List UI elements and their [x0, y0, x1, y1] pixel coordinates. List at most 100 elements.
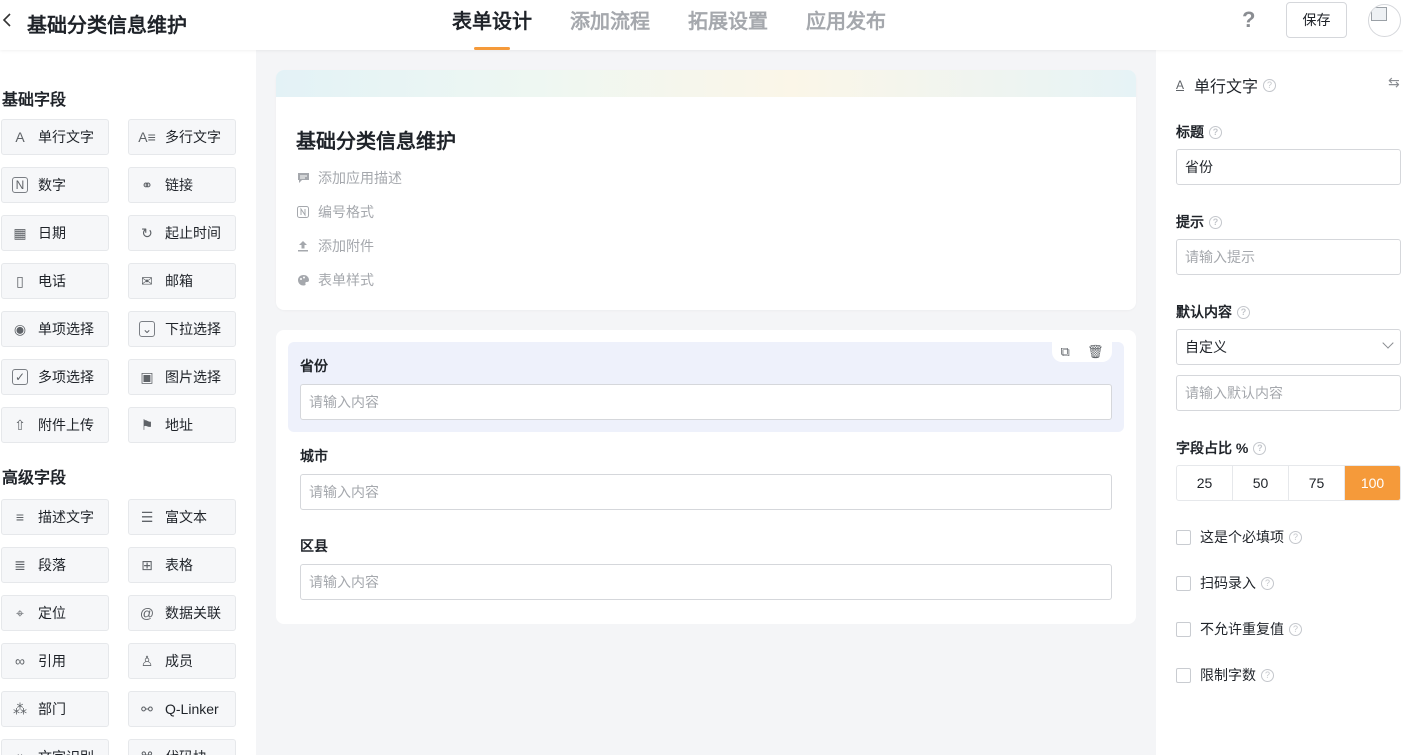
limit-length-checkbox[interactable]: 限制字数?	[1176, 665, 1274, 685]
trash-icon[interactable]: 🗑	[1087, 344, 1104, 360]
palette-icon	[296, 273, 310, 287]
district-input[interactable]	[300, 564, 1112, 600]
swap-icon[interactable]: ⇆	[1388, 74, 1400, 91]
ratio-option-50[interactable]: 50	[1233, 466, 1289, 500]
ratio-option-100[interactable]: 100	[1345, 466, 1400, 500]
field-department[interactable]: ⁂ 部门	[1, 691, 109, 727]
field-date[interactable]: ▦ 日期	[1, 215, 109, 251]
help-circle-icon[interactable]: ?	[1289, 622, 1302, 636]
form-field-province[interactable]: ⧉ 🗑 省份	[288, 342, 1124, 432]
tab-app-publish[interactable]: 应用发布	[806, 0, 886, 50]
form-field-district[interactable]: 区县	[288, 522, 1124, 612]
help-circle-icon[interactable]: ?	[1261, 668, 1274, 682]
checkbox[interactable]	[1176, 667, 1191, 683]
field-member[interactable]: ♙ 成员	[128, 643, 236, 679]
add-attachment-link[interactable]: 添加附件	[296, 236, 374, 256]
field-code-block[interactable]: ⌘ 代码块	[128, 739, 236, 755]
field-image-choice[interactable]: ▣ 图片选择	[128, 359, 236, 395]
field-label: 单行文字	[38, 129, 94, 145]
field-label: 部门	[38, 701, 66, 717]
ratio-option-75[interactable]: 75	[1289, 466, 1345, 500]
comment-icon	[296, 171, 310, 185]
field-location[interactable]: ⌖ 定位	[1, 595, 109, 631]
checkbox-label: 扫码录入	[1200, 575, 1256, 591]
field-label: 引用	[38, 653, 66, 669]
default-type-select[interactable]: 自定义	[1176, 329, 1401, 365]
default-content-label: 默认内容?	[1176, 302, 1250, 322]
field-table[interactable]: ⊞ 表格	[128, 547, 236, 583]
field-email[interactable]: ✉ 邮箱	[128, 263, 236, 299]
link-icon: ⚭	[141, 177, 153, 193]
help-circle-icon[interactable]: ?	[1209, 215, 1222, 229]
field-time-range[interactable]: ↻ 起止时间	[128, 215, 236, 251]
field-multi-choice[interactable]: ✓ 多项选择	[1, 359, 109, 395]
field-ocr[interactable]: ⌗ 文字识别	[1, 739, 109, 755]
field-label: 富文本	[165, 509, 207, 525]
field-reference[interactable]: ∞ 引用	[1, 643, 109, 679]
field-attachment[interactable]: ⇧ 附件上传	[1, 407, 109, 443]
checkbox-icon: ✓	[12, 369, 28, 385]
field-number[interactable]: N 数字	[1, 167, 109, 203]
linker-icon: ⚯	[141, 701, 153, 717]
checkbox[interactable]	[1176, 575, 1191, 591]
field-label: Q-Linker	[165, 701, 219, 717]
title-input[interactable]	[1176, 149, 1401, 185]
properties-panel: A 单行文字 ? ⇆ 标题? 提示? 默认内容? 自定义 字段占比 %? 25 …	[1156, 50, 1403, 755]
tab-extension-settings[interactable]: 拓展设置	[688, 0, 768, 50]
tab-form-design[interactable]: 表单设计	[452, 0, 532, 50]
number-icon: N	[12, 177, 28, 193]
field-q-linker[interactable]: ⚯ Q-Linker	[128, 691, 236, 727]
select-value: 自定义	[1185, 339, 1227, 355]
field-label: 成员	[165, 653, 193, 669]
form-header-card: 基础分类信息维护 添加应用描述 编号格式 添加附件 表单样式	[276, 70, 1136, 310]
field-address[interactable]: ⚑ 地址	[128, 407, 236, 443]
avatar[interactable]	[1368, 4, 1401, 37]
field-phone[interactable]: ▯ 电话	[1, 263, 109, 299]
field-paragraph[interactable]: ≣ 段落	[1, 547, 109, 583]
save-button[interactable]: 保存	[1286, 2, 1347, 38]
field-label: 地址	[165, 417, 193, 433]
field-link[interactable]: ⚭ 链接	[128, 167, 236, 203]
ratio-option-25[interactable]: 25	[1177, 466, 1233, 500]
field-description-text[interactable]: ≡ 描述文字	[1, 499, 109, 535]
checkbox[interactable]	[1176, 529, 1191, 545]
no-duplicate-checkbox[interactable]: 不允许重复值?	[1176, 619, 1302, 639]
default-content-input[interactable]	[1176, 375, 1401, 411]
help-circle-icon[interactable]: ?	[1237, 305, 1250, 319]
field-type-header: A 单行文字 ?	[1176, 73, 1277, 97]
form-style-link[interactable]: 表单样式	[296, 270, 374, 290]
province-input[interactable]	[300, 384, 1112, 420]
help-circle-icon[interactable]: ?	[1253, 441, 1267, 455]
field-single-choice[interactable]: ◉ 单项选择	[1, 311, 109, 347]
help-circle-icon[interactable]: ?	[1209, 125, 1222, 139]
city-input[interactable]	[300, 474, 1112, 510]
phone-icon: ▯	[16, 273, 24, 289]
form-field-city[interactable]: 城市	[288, 432, 1124, 522]
help-circle-icon[interactable]: ?	[1261, 576, 1274, 590]
checkbox[interactable]	[1176, 621, 1191, 637]
field-ratio-label: 字段占比 %?	[1176, 438, 1267, 458]
field-label: 省份	[300, 358, 328, 374]
number-format-link[interactable]: 编号格式	[296, 202, 374, 222]
help-icon[interactable]: ?	[1242, 7, 1255, 33]
field-rich-text[interactable]: ☰ 富文本	[128, 499, 236, 535]
field-dropdown[interactable]: ⌄ 下拉选择	[128, 311, 236, 347]
help-circle-icon[interactable]: ?	[1263, 78, 1277, 92]
hint-input[interactable]	[1176, 239, 1401, 275]
required-checkbox[interactable]: 这是个必填项?	[1176, 527, 1302, 547]
field-single-line-text[interactable]: A 单行文字	[1, 119, 109, 155]
help-circle-icon[interactable]: ?	[1289, 530, 1302, 544]
add-description-link[interactable]: 添加应用描述	[296, 168, 402, 188]
copy-icon[interactable]: ⧉	[1061, 344, 1070, 360]
field-multi-line-text[interactable]: A≡ 多行文字	[128, 119, 236, 155]
chevron-left-icon[interactable]	[2, 8, 18, 32]
main-tabs: 表单设计 添加流程 拓展设置 应用发布	[452, 0, 924, 50]
field-label: 电话	[38, 273, 66, 289]
form-title[interactable]: 基础分类信息维护	[296, 125, 456, 154]
scan-input-checkbox[interactable]: 扫码录入?	[1176, 573, 1274, 593]
field-label: 日期	[38, 225, 66, 241]
tab-add-process[interactable]: 添加流程	[570, 0, 650, 50]
form-fields-card: ⧉ 🗑 省份 城市 区县	[276, 330, 1136, 624]
checkbox-label: 不允许重复值	[1200, 621, 1284, 637]
field-data-association[interactable]: @ 数据关联	[128, 595, 236, 631]
